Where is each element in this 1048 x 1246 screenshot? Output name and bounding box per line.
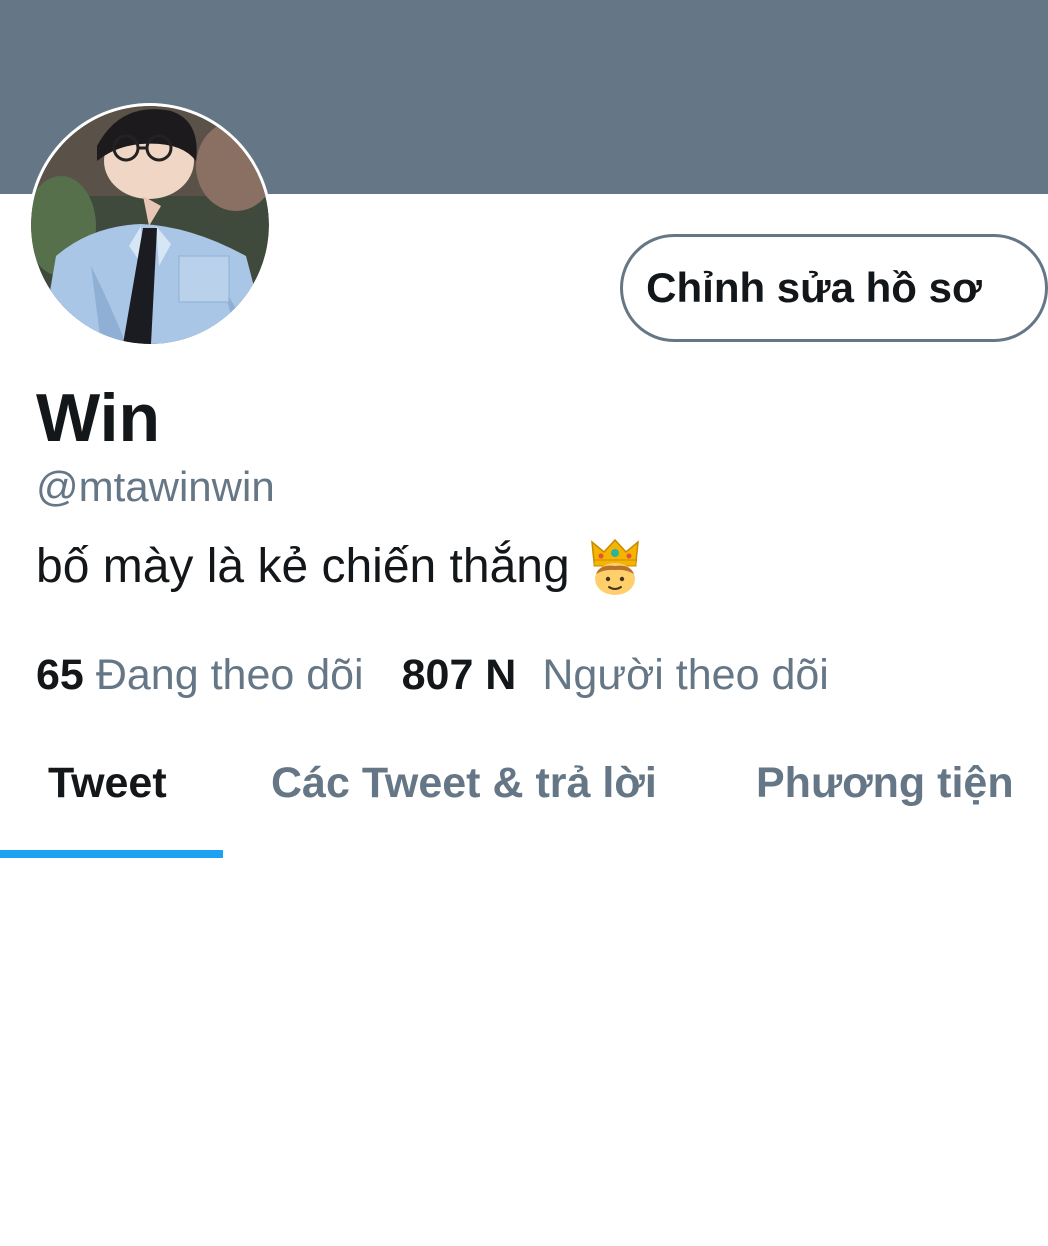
profile-stats: 65 Đang theo dõi 807 N Người theo dõi bbox=[36, 648, 829, 702]
followers-stat[interactable]: 807 N Người theo dõi bbox=[402, 648, 829, 702]
followers-label: Người theo dõi bbox=[542, 651, 829, 699]
profile-avatar[interactable] bbox=[28, 103, 272, 347]
profile-bio: bố mày là kẻ chiến thắng bbox=[36, 538, 642, 596]
following-label: Đang theo dõi bbox=[95, 651, 364, 699]
profile-page: Chỉnh sửa hồ sơ Win @mtawinwin bố mày là… bbox=[0, 0, 1048, 1246]
tab-tweets-and-replies[interactable]: Các Tweet & trả lời bbox=[271, 756, 657, 810]
avatar-photo bbox=[31, 106, 269, 344]
tab-tweets[interactable]: Tweet bbox=[48, 756, 167, 810]
following-stat[interactable]: 65 Đang theo dõi bbox=[36, 648, 364, 702]
following-count: 65 bbox=[36, 651, 84, 699]
tab-media[interactable]: Phương tiện bbox=[756, 756, 1014, 810]
profile-handle: @mtawinwin bbox=[36, 463, 275, 510]
bio-text: bố mày là kẻ chiến thắng bbox=[36, 540, 570, 593]
display-name: Win bbox=[36, 380, 161, 456]
edit-profile-button[interactable]: Chỉnh sửa hồ sơ bbox=[620, 234, 1048, 342]
profile-tabs: Tweet Các Tweet & trả lời Phương tiện bbox=[0, 730, 1048, 858]
prince-emoji-icon bbox=[590, 538, 639, 595]
followers-count: 807 N bbox=[401, 651, 517, 699]
active-tab-indicator bbox=[0, 850, 223, 858]
